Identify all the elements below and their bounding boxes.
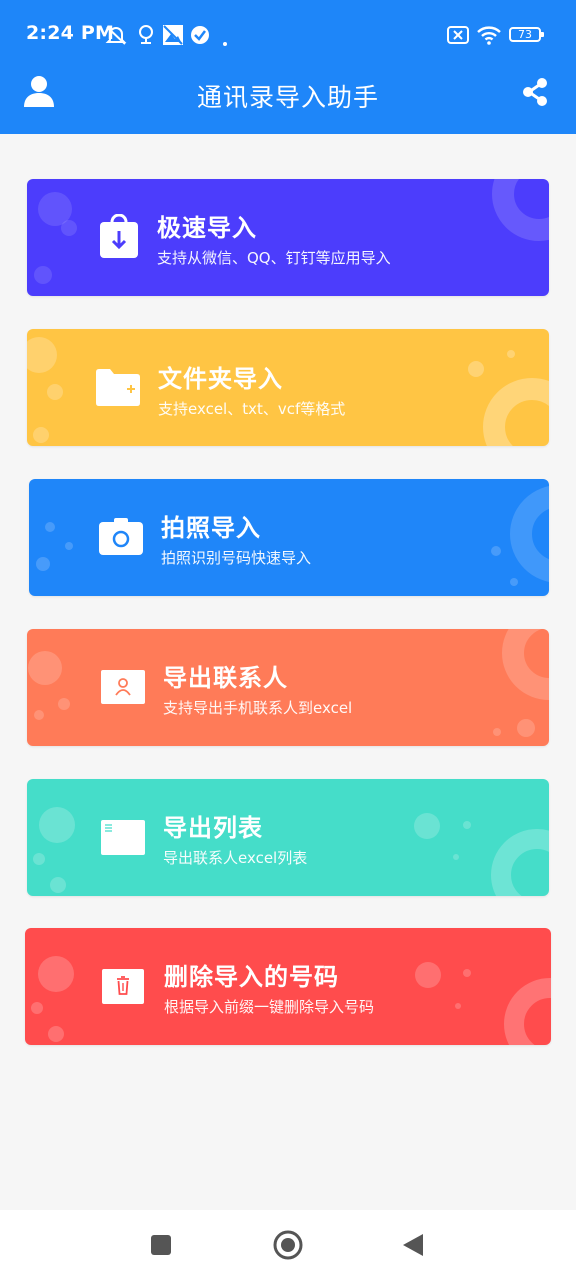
card-delete-imported[interactable]: 删除导入的号码 根据导入前缀一键删除导入号码 <box>25 928 551 1045</box>
card-title: 导出列表 <box>163 814 263 842</box>
mute-bell-icon <box>104 24 128 50</box>
card-title: 拍照导入 <box>161 514 261 542</box>
card-fast-import[interactable]: 极速导入 支持从微信、QQ、钉钉等应用导入 <box>27 179 549 296</box>
card-subtitle: 根据导入前缀一键删除导入号码 <box>164 998 375 1016</box>
card-title: 删除导入的号码 <box>164 963 339 991</box>
home-circle-icon[interactable] <box>272 1229 304 1265</box>
card-folder-import[interactable]: 文件夹导入 支持excel、txt、vcf等格式 <box>27 329 549 446</box>
download-bag-icon <box>99 213 139 264</box>
card-subtitle: 支持excel、txt、vcf等格式 <box>158 400 346 418</box>
card-subtitle: 支持从微信、QQ、钉钉等应用导入 <box>157 249 391 267</box>
card-title: 导出联系人 <box>163 664 288 692</box>
card-photo-import[interactable]: 拍照导入 拍照识别号码快速导入 <box>29 479 549 596</box>
recents-square-icon[interactable] <box>150 1234 172 1260</box>
app-title: 通讯录导入助手 <box>196 83 379 112</box>
system-nav-bar <box>0 1210 576 1280</box>
image-icon <box>162 24 184 50</box>
card-subtitle: 导出联系人excel列表 <box>163 849 308 867</box>
dot-icon <box>222 32 228 51</box>
card-export-list[interactable]: 导出列表 导出联系人excel列表 <box>27 779 549 896</box>
card-title: 极速导入 <box>157 214 257 242</box>
trash-icon <box>101 968 145 1009</box>
back-triangle-icon[interactable] <box>401 1232 425 1262</box>
status-time: 2:24 PM <box>26 22 115 44</box>
card-subtitle: 拍照识别号码快速导入 <box>161 549 312 567</box>
check-circle-icon <box>189 24 211 50</box>
card-title: 文件夹导入 <box>158 365 283 393</box>
share-icon[interactable] <box>521 77 551 111</box>
card-subtitle: 支持导出手机联系人到excel <box>163 699 353 717</box>
top-app-bar: 2:24 PM 73 通讯录导入助手 <box>0 0 576 134</box>
battery-icon: 73 <box>509 27 544 42</box>
contact-card-icon <box>100 669 146 709</box>
card-export-contacts[interactable]: 导出联系人 支持导出手机联系人到excel <box>27 629 549 746</box>
camera-icon <box>98 517 144 561</box>
status-bar: 2:24 PM 73 <box>0 18 576 52</box>
sim-off-icon <box>446 24 470 50</box>
folder-add-icon <box>95 366 141 410</box>
app-bar: 通讯录导入助手 <box>0 60 576 130</box>
wifi-icon <box>476 24 502 50</box>
location-icon <box>136 24 156 50</box>
list-icon <box>100 819 146 860</box>
